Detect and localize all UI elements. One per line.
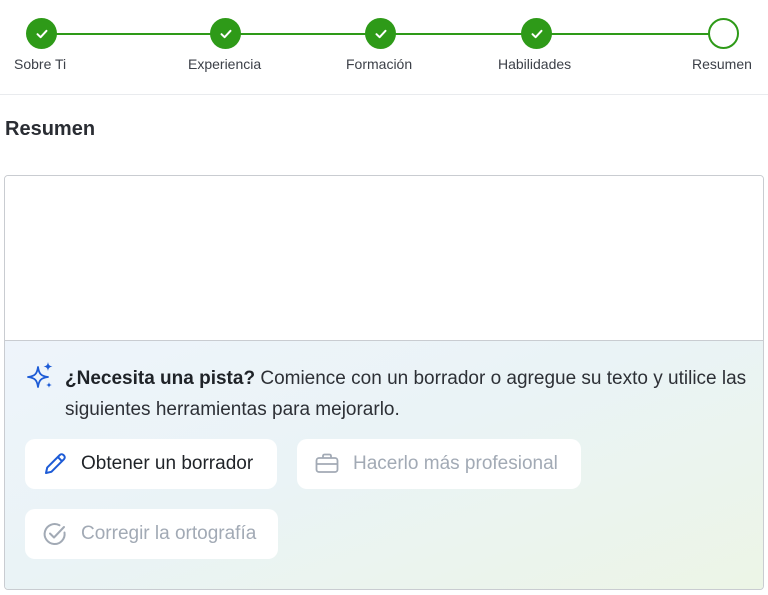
sparkles-icon	[27, 361, 55, 391]
step-label: Resumen	[692, 56, 752, 72]
check-icon	[26, 18, 57, 49]
step-label: Habilidades	[498, 56, 572, 72]
get-draft-button[interactable]: Obtener un borrador	[25, 439, 277, 489]
section-title: Resumen	[5, 118, 96, 140]
summary-editor: ¿Necesita una pista? Comience con un bor…	[4, 175, 764, 590]
check-circle-icon	[41, 520, 69, 548]
hint-panel: ¿Necesita una pista? Comience con un bor…	[5, 340, 763, 589]
spellcheck-label: Corregir la ortografía	[81, 523, 257, 544]
hint-lead: ¿Necesita una pista?	[65, 368, 256, 389]
step-label: Formación	[346, 56, 413, 72]
briefcase-icon	[313, 450, 341, 478]
make-professional-button[interactable]: Hacerlo más profesional	[297, 439, 581, 489]
step-label: Sobre Ti	[14, 56, 67, 72]
progress-stepper: Sobre Ti Experiencia Formación Habilidad…	[0, 0, 768, 95]
check-icon	[365, 18, 396, 49]
hint-text: ¿Necesita una pista? Comience con un bor…	[65, 363, 755, 425]
pencil-icon	[41, 450, 69, 478]
check-icon	[521, 18, 552, 49]
spellcheck-button[interactable]: Corregir la ortografía	[25, 509, 278, 559]
make-professional-label: Hacerlo más profesional	[353, 453, 558, 474]
check-icon	[210, 18, 241, 49]
current-step-circle-icon	[708, 18, 739, 49]
get-draft-label: Obtener un borrador	[81, 453, 254, 474]
summary-textarea[interactable]	[5, 176, 763, 340]
step-label: Experiencia	[188, 56, 262, 72]
